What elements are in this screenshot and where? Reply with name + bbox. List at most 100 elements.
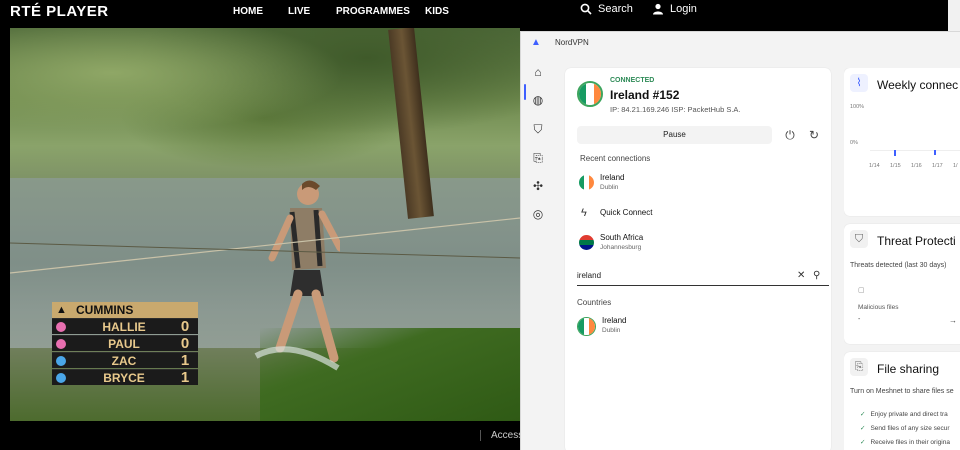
accessibility-link[interactable]: Access — [480, 430, 523, 441]
player-name: PAUL — [108, 337, 140, 351]
x-label: 1/14 — [869, 163, 880, 169]
reconnect-icon[interactable]: ↻ — [805, 126, 823, 144]
file-transfer-icon[interactable]: ⎘ — [530, 150, 546, 166]
player-score: 0 — [180, 335, 190, 352]
recent-item-south-africa[interactable]: South Africa Johannesburg — [579, 232, 819, 256]
recent-item-quick-connect[interactable]: ϟ Quick Connect — [579, 204, 819, 228]
clear-icon[interactable]: ✕ — [797, 270, 805, 281]
x-label: 1/ — [953, 163, 958, 169]
login-label: Login — [670, 3, 697, 15]
search-button[interactable]: Search — [580, 3, 633, 15]
file-icon: ▢ — [858, 287, 865, 294]
chart-bar — [934, 150, 936, 155]
nordvpn-title: NordVPN — [555, 38, 589, 47]
scoreboard-row: HALLIE 0 — [52, 318, 198, 335]
player-icon — [56, 339, 66, 349]
threat-card-title: Threat Protecti — [877, 234, 956, 248]
player-icon — [56, 356, 66, 366]
connection-status: CONNECTED — [610, 77, 655, 84]
login-button[interactable]: Login — [652, 3, 697, 15]
window-edge — [948, 0, 960, 31]
y-label-0: 0% — [850, 140, 858, 146]
threat-subtitle: Threats detected (last 30 days) — [850, 262, 947, 269]
weekly-card-title: Weekly connec — [877, 78, 959, 92]
file-sharing-subtitle: Turn on Meshnet to share files se — [850, 388, 954, 395]
search-icon[interactable]: ⚲ — [813, 270, 820, 281]
file-sharing-title: File sharing — [877, 362, 940, 376]
target-icon[interactable]: ◎ — [530, 206, 546, 222]
feature-item: ✓ Receive files in their origina — [860, 439, 950, 446]
chart-bar — [894, 150, 896, 156]
malicious-files-value: - — [858, 316, 861, 323]
recent-item-ireland[interactable]: Ireland Dublin — [579, 172, 819, 196]
x-label: 1/16 — [911, 163, 922, 169]
country-city: Dublin — [602, 327, 621, 334]
file-sharing-card[interactable]: ⎘ File sharing Turn on Meshnet to share … — [844, 352, 960, 450]
rte-logo[interactable]: RTÉ PLAYER — [10, 3, 109, 20]
country-item-ireland[interactable]: Ireland Dublin — [577, 315, 777, 341]
meshnet-icon[interactable]: ✣ — [530, 178, 546, 194]
player-icon — [56, 373, 66, 383]
recent-connections-title: Recent connections — [580, 154, 651, 163]
x-label: 1/17 — [932, 163, 943, 169]
malicious-files-label: Malicious files — [858, 304, 899, 311]
chart-icon: ⌇ — [850, 74, 868, 92]
player-name: ZAC — [111, 354, 137, 368]
weekly-connection-card[interactable]: ⌇ Weekly connec 100% 0% 1/14 1/15 1/16 1… — [844, 68, 960, 216]
ireland-flag-icon — [579, 175, 594, 190]
shield-icon[interactable]: ⛉ — [530, 121, 546, 137]
search-label: Search — [598, 3, 633, 15]
country-name: Ireland — [602, 316, 627, 325]
connected-server: Ireland #152 — [610, 88, 680, 102]
y-label-100: 100% — [850, 104, 865, 110]
nordvpn-window: ▲ NordVPN ⌂ ◍ ⛉ ⎘ ✣ ◎ CONNECTED Ireland … — [520, 31, 960, 450]
nav-live[interactable]: LIVE — [288, 6, 310, 17]
globe-icon[interactable]: ◍ — [530, 92, 546, 108]
arrow-right-icon[interactable]: → — [949, 316, 957, 325]
scoreboard: ▲ CUMMINS HALLIE 0 PAUL 0 ZAC 1 BRYCE 1 — [50, 300, 198, 388]
country-search-input[interactable]: ireland ✕ ⚲ — [577, 268, 829, 286]
nordvpn-logo-icon: ▲ — [531, 37, 541, 48]
nav-kids[interactable]: KIDS — [425, 6, 449, 17]
scoreboard-title-text: CUMMINS — [76, 303, 134, 317]
check-icon: ✓ — [860, 411, 866, 418]
player-score: 1 — [180, 369, 190, 386]
scoreboard-row: BRYCE 1 — [52, 369, 198, 386]
nordvpn-sidebar: ⌂ ◍ ⛉ ⎘ ✣ ◎ — [521, 54, 557, 450]
pause-button[interactable]: Pause — [577, 126, 772, 144]
south-africa-flag-icon — [579, 235, 594, 250]
player-name: HALLIE — [102, 320, 146, 334]
ip-isp-info: IP: 84.21.169.246 ISP: PacketHub S.A. — [610, 105, 741, 114]
nav-home[interactable]: HOME — [233, 6, 263, 17]
ireland-flag-icon — [577, 81, 603, 107]
feature-item: ✓ Send files of any size secur — [860, 425, 950, 432]
player-score: 1 — [180, 352, 190, 369]
nordvpn-titlebar: ▲ NordVPN — [521, 32, 960, 54]
recent-item-name: South Africa — [600, 233, 644, 242]
player-name: BRYCE — [103, 371, 145, 385]
recent-item-name: Ireland — [600, 173, 625, 182]
recent-item-name: Quick Connect — [600, 208, 653, 217]
feature-item: ✓ Enjoy private and direct tra — [860, 411, 948, 418]
right-column: ⌇ Weekly connec 100% 0% 1/14 1/15 1/16 1… — [844, 68, 960, 450]
recent-item-city: Johannesburg — [600, 244, 642, 251]
nav-programmes[interactable]: PROGRAMMES — [336, 6, 410, 17]
lightning-icon: ϟ — [581, 207, 587, 219]
search-icon — [580, 3, 592, 15]
threat-shield-icon: ⛉ — [850, 230, 868, 248]
check-icon: ✓ — [860, 439, 866, 446]
user-icon — [653, 3, 663, 15]
recent-item-city: Dublin — [600, 184, 619, 191]
threat-protection-card[interactable]: ⛉ Threat Protecti Threats detected (last… — [844, 224, 960, 344]
scoreboard-title: ▲ CUMMINS — [52, 302, 198, 318]
player-score: 0 — [180, 318, 190, 335]
player-icon — [56, 322, 66, 332]
scoreboard-row: PAUL 0 — [52, 335, 198, 352]
home-icon[interactable]: ⌂ — [530, 64, 546, 80]
power-icon[interactable]: ⏻ — [781, 126, 799, 144]
file-icon: ⎘ — [850, 358, 868, 376]
x-label: 1/15 — [890, 163, 901, 169]
team-icon: ▲ — [56, 304, 67, 316]
check-icon: ✓ — [860, 425, 866, 432]
active-indicator — [524, 84, 526, 100]
